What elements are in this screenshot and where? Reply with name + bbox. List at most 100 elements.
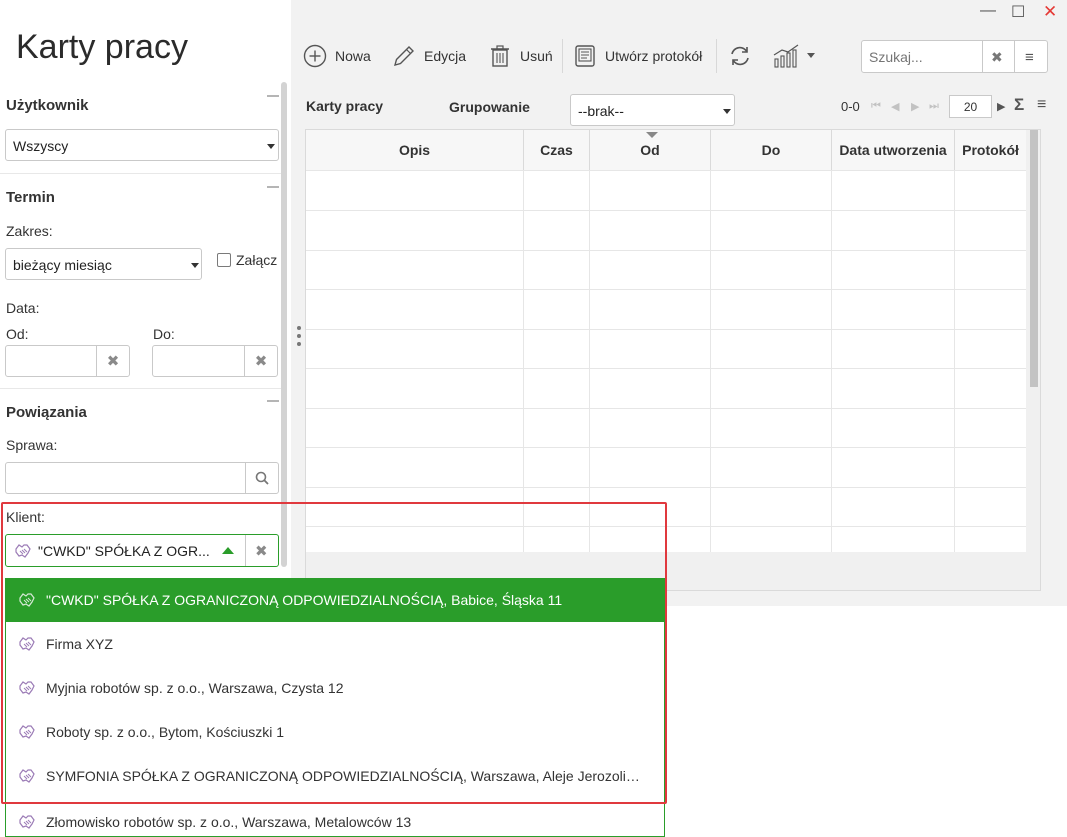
new-button[interactable]: Nowa (303, 44, 371, 68)
pencil-icon (394, 46, 414, 66)
user-select[interactable]: Wszyscy (5, 129, 279, 161)
section-title-term: Termin (6, 189, 55, 206)
clear-date-to-button[interactable]: ✖ (244, 346, 277, 376)
page-size-input[interactable]: 20 (949, 95, 992, 118)
date-to-field[interactable]: ✖ (152, 345, 278, 377)
column-header-description[interactable]: Opis (306, 130, 524, 170)
search-icon (255, 471, 269, 485)
left-panel-scrollbar[interactable] (281, 82, 287, 567)
collapse-user-button[interactable] (267, 95, 279, 97)
collapse-term-button[interactable] (267, 186, 279, 188)
create-protocol-label: Utwórz protokół (605, 48, 703, 64)
table-row (306, 487, 1026, 527)
last-page-icon[interactable]: ⏭ (929, 100, 939, 113)
trash-icon (491, 45, 509, 67)
splitter-handle[interactable] (296, 326, 301, 346)
grouping-label: Grupowanie (449, 99, 530, 115)
grid-menu-icon[interactable]: ≡ (1037, 96, 1046, 114)
column-header-to[interactable]: Do (711, 130, 832, 170)
table-row (306, 447, 1026, 487)
client-combobox[interactable]: "CWKD" SPÓŁKA Z OGR... ✖ (5, 534, 279, 567)
divider (1014, 41, 1015, 72)
chevron-up-icon[interactable] (222, 547, 234, 554)
refresh-icon[interactable] (728, 44, 752, 68)
search-field[interactable]: ✖ ≡ (861, 40, 1048, 73)
page-size-arrow-icon[interactable]: ▶ (997, 100, 1005, 113)
column-header-from[interactable]: Od (590, 130, 711, 170)
grid-scrollbar-thumb[interactable] (1030, 130, 1038, 387)
handshake-icon (19, 815, 35, 829)
close-window-button[interactable]: ✕ (1043, 2, 1057, 22)
date-from-field[interactable]: ✖ (5, 345, 130, 377)
clear-search-button[interactable]: ✖ (991, 49, 1003, 66)
first-page-icon[interactable]: ⏮ (871, 100, 881, 113)
table-row (306, 170, 1026, 210)
prev-page-icon[interactable]: ◀ (891, 100, 899, 113)
case-search-field[interactable] (5, 462, 279, 494)
table-row (306, 329, 1026, 369)
handshake-icon (19, 637, 35, 651)
clear-client-button[interactable]: ✖ (255, 542, 268, 560)
column-divider (831, 170, 832, 553)
column-divider (523, 170, 524, 553)
date-label: Data: (6, 300, 40, 316)
toolbar-divider (562, 39, 563, 73)
close-icon: ✖ (255, 543, 268, 560)
column-header-time[interactable]: Czas (524, 130, 590, 170)
edit-button-label: Edycja (424, 48, 467, 64)
close-icon: ✖ (254, 353, 268, 370)
column-header-created-date[interactable]: Data utworzenia (832, 130, 955, 170)
sort-indicator-icon (646, 132, 658, 138)
delete-button[interactable]: Usuń (488, 44, 553, 68)
chart-icon[interactable] (772, 43, 802, 69)
edit-button[interactable]: Edycja (392, 44, 466, 68)
column-header-protocol[interactable]: Protokół (955, 130, 1026, 170)
clear-date-from-button[interactable]: ✖ (96, 346, 129, 376)
handshake-icon (19, 725, 35, 739)
grid-title: Karty pracy (306, 98, 384, 114)
client-option-label: Firma XYZ (46, 636, 113, 652)
divider (245, 535, 246, 566)
client-option[interactable]: SYMFONIA SPÓŁKA Z OGRANICZONĄ ODPOWIEDZI… (6, 754, 664, 798)
client-option[interactable]: Firma XYZ (6, 622, 664, 666)
case-label: Sprawa: (6, 437, 58, 453)
table-row (306, 368, 1026, 408)
column-divider (589, 170, 590, 553)
table-row (306, 408, 1026, 448)
client-option-label: Myjnia robotów sp. z o.o., Warszawa, Czy… (46, 680, 344, 696)
attach-label: Załącz (236, 252, 278, 268)
divider (0, 173, 282, 174)
close-icon: ✖ (106, 353, 120, 370)
collapse-links-button[interactable] (267, 400, 279, 402)
client-option-label: SYMFONIA SPÓŁKA Z OGRANICZONĄ ODPOWIEDZI… (46, 768, 646, 784)
main-panel: — ☐ ✕ Nowa Edycja Usuń Utwórz protokół ✖… (291, 0, 1067, 606)
sum-button[interactable]: Σ (1014, 95, 1024, 115)
grouping-select[interactable]: --brak-- (570, 94, 735, 126)
create-protocol-button[interactable]: Utwórz protokół (573, 44, 702, 68)
chevron-down-icon (191, 263, 199, 268)
client-option[interactable]: Myjnia robotów sp. z o.o., Warszawa, Czy… (6, 666, 664, 710)
table-row (306, 250, 1026, 290)
maximize-button[interactable]: ☐ (1011, 2, 1025, 22)
work-cards-grid: Opis Czas Od Do Data utworzenia Protokół (305, 129, 1041, 591)
filter-panel: Karty pracy Użytkownik Wszyscy Termin Za… (0, 0, 291, 580)
client-option-label: Złomowisko robotów sp. z o.o., Warszawa,… (46, 814, 412, 830)
handshake-icon (19, 769, 35, 783)
range-select[interactable]: bieżący miesiąc (5, 248, 202, 280)
plus-circle-icon (303, 44, 327, 68)
minimize-button[interactable]: — (980, 2, 996, 20)
divider (982, 41, 983, 72)
attach-checkbox[interactable] (217, 253, 231, 267)
menu-icon[interactable]: ≡ (1025, 49, 1034, 66)
grouping-select-value: --brak-- (578, 103, 624, 119)
client-option[interactable]: Złomowisko robotów sp. z o.o., Warszawa,… (6, 800, 664, 836)
client-option[interactable]: "CWKD" SPÓŁKA Z OGRANICZONĄ ODPOWIEDZIAL… (6, 578, 664, 622)
search-input[interactable] (863, 42, 978, 71)
next-page-icon[interactable]: ▶ (911, 100, 919, 113)
to-label: Do: (153, 326, 175, 342)
case-search-button[interactable] (245, 463, 278, 493)
client-option[interactable]: Roboty sp. z o.o., Bytom, Kościuszki 1 (6, 710, 664, 754)
section-title-user: Użytkownik (6, 97, 89, 114)
chevron-down-icon[interactable] (807, 53, 815, 58)
column-divider (954, 170, 955, 553)
